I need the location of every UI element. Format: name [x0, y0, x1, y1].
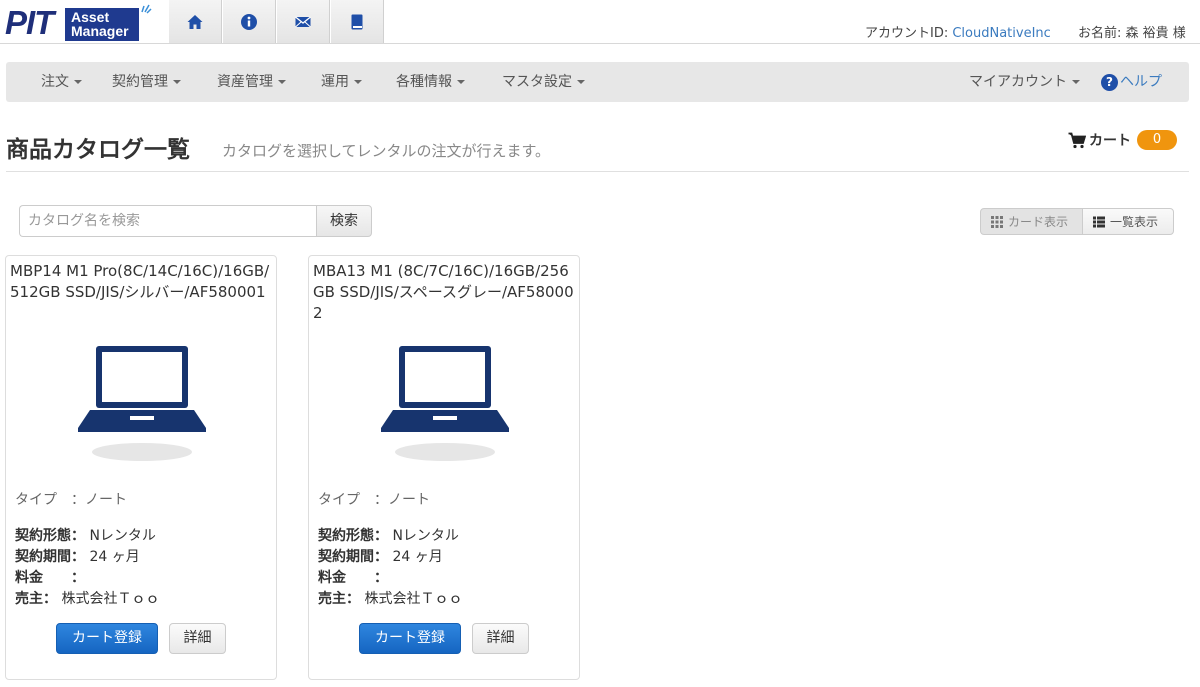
menu-order-label: 注文 [41, 74, 69, 90]
menu-contract-label: 契約管理 [112, 74, 168, 90]
account-id-link[interactable]: CloudNativeInc [952, 26, 1050, 41]
add-to-cart-button[interactable]: カート登録 [359, 623, 461, 654]
logo-manager-text: Manager [71, 23, 129, 39]
menu-contract[interactable]: 契約管理 [112, 62, 181, 102]
catalog-card-title[interactable]: MBA13 M1 (8C/7C/16C)/16GB/256GB SSD/JIS/… [313, 261, 575, 324]
add-to-cart-button[interactable]: カート登録 [56, 623, 158, 654]
book-icon-button[interactable] [330, 0, 384, 43]
account-id: アカウントID: CloudNativeInc [865, 22, 1051, 41]
laptop-icon [381, 346, 509, 461]
seller-value: 株式会社Ｔｏｏ [61, 591, 160, 607]
price-label: 料金 ： [15, 570, 85, 586]
period-value: 24 ヶ月 [392, 549, 443, 565]
type-label: タイプ ： [15, 492, 85, 508]
list-view-label: 一覧表示 [1110, 215, 1159, 229]
caret-down-icon [577, 80, 585, 84]
menu-master-label: マスタ設定 [502, 74, 572, 90]
caret-down-icon [354, 80, 362, 84]
home-icon-button[interactable] [168, 0, 222, 43]
catalog-contract-period: 契約期間： 24 ヶ月 [318, 546, 443, 566]
caret-down-icon [173, 80, 181, 84]
catalog-type: タイプ ：ノート [318, 489, 430, 509]
cart-label: カート [1089, 133, 1131, 149]
type-value: ノート [388, 492, 430, 508]
caret-down-icon [1072, 80, 1080, 84]
help-icon: ? [1101, 73, 1118, 91]
catalog-card: MBA13 M1 (8C/7C/16C)/16GB/256GB SSD/JIS/… [308, 255, 580, 680]
logo-pit-text: PIT [5, 4, 54, 41]
mail-icon-button[interactable] [276, 0, 330, 43]
catalog-price: 料金 ： [15, 567, 85, 587]
list-icon [1093, 216, 1105, 227]
period-label: 契約期間： [15, 549, 85, 565]
card-view-label: カード表示 [1008, 215, 1069, 229]
card-view-button[interactable]: カード表示 [980, 208, 1083, 235]
caret-down-icon [457, 80, 465, 84]
cart-link[interactable]: カート 0 [1068, 130, 1177, 150]
laptop-icon [78, 346, 206, 461]
mail-icon [295, 15, 311, 27]
price-label: 料金 ： [318, 570, 388, 586]
page-title: 商品カタログ一覧 [6, 137, 190, 163]
top-bar: PIT Asset Manager アカウントID: CloudNativeIn… [0, 0, 1200, 44]
list-view-button[interactable]: 一覧表示 [1082, 208, 1174, 235]
menu-info-label: 各種情報 [396, 74, 452, 90]
contract-value: Nレンタル [89, 528, 156, 544]
detail-button[interactable]: 詳細 [169, 623, 226, 654]
logo-asset-text: Asset [71, 9, 110, 25]
search-button[interactable]: 検索 [316, 205, 372, 237]
contract-label: 契約形態： [318, 528, 388, 544]
catalog-contract-period: 契約期間： 24 ヶ月 [15, 546, 140, 566]
cart-count-badge: 0 [1137, 130, 1177, 150]
contract-label: 契約形態： [15, 528, 85, 544]
catalog-contract-type: 契約形態： Nレンタル [15, 525, 156, 545]
logo-box: Asset Manager [65, 8, 139, 41]
period-label: 契約期間： [318, 549, 388, 565]
seller-label: 売主： [318, 591, 360, 607]
catalog-card: MBP14 M1 Pro(8C/14C/16C)/16GB/512GB SSD/… [5, 255, 277, 680]
period-value: 24 ヶ月 [89, 549, 140, 565]
catalog-card-title[interactable]: MBP14 M1 Pro(8C/14C/16C)/16GB/512GB SSD/… [10, 261, 272, 303]
pit-asset-manager-logo[interactable]: PIT Asset Manager [5, 4, 152, 41]
menu-my-account[interactable]: マイアカウント [969, 62, 1080, 102]
grid-icon [991, 215, 1003, 228]
main-navbar: 注文 契約管理 資産管理 運用 各種情報 マスタ設定 マイアカウント ? ヘルプ [6, 62, 1189, 102]
catalog-type: タイプ ：ノート [15, 489, 127, 509]
catalog-search-input[interactable] [19, 205, 317, 237]
menu-operation[interactable]: 運用 [321, 62, 362, 102]
contract-value: Nレンタル [392, 528, 459, 544]
book-icon [351, 14, 363, 29]
menu-my-account-label: マイアカウント [969, 74, 1067, 90]
catalog-seller: 売主： 株式会社Ｔｏｏ [15, 588, 159, 608]
catalog-seller: 売主： 株式会社Ｔｏｏ [318, 588, 462, 608]
caret-down-icon [278, 80, 286, 84]
seller-label: 売主： [15, 591, 57, 607]
caret-down-icon [74, 80, 82, 84]
menu-master[interactable]: マスタ設定 [502, 62, 585, 102]
cart-icon [1068, 132, 1086, 148]
home-icon [187, 14, 203, 29]
logo-spark-icon [141, 4, 152, 14]
page-subtitle: カタログを選択してレンタルの注文が行えます。 [222, 142, 551, 160]
menu-asset[interactable]: 資産管理 [217, 62, 286, 102]
menu-order[interactable]: 注文 [41, 62, 82, 102]
heading-divider [6, 171, 1189, 172]
seller-value: 株式会社Ｔｏｏ [364, 591, 463, 607]
top-icon-nav [168, 0, 384, 44]
menu-info[interactable]: 各種情報 [396, 62, 465, 102]
user-name: お名前: 森 裕貴 様 [1078, 26, 1186, 41]
type-value: ノート [85, 492, 127, 508]
info-icon [241, 13, 257, 30]
menu-help[interactable]: ? ヘルプ [1101, 62, 1162, 102]
menu-operation-label: 運用 [321, 74, 349, 90]
detail-button[interactable]: 詳細 [472, 623, 529, 654]
info-icon-button[interactable] [222, 0, 276, 43]
account-id-label: アカウントID: [865, 26, 953, 41]
catalog-contract-type: 契約形態： Nレンタル [318, 525, 459, 545]
menu-asset-label: 資産管理 [217, 74, 273, 90]
menu-help-label: ヘルプ [1120, 74, 1162, 90]
catalog-price: 料金 ： [318, 567, 388, 587]
type-label: タイプ ： [318, 492, 388, 508]
